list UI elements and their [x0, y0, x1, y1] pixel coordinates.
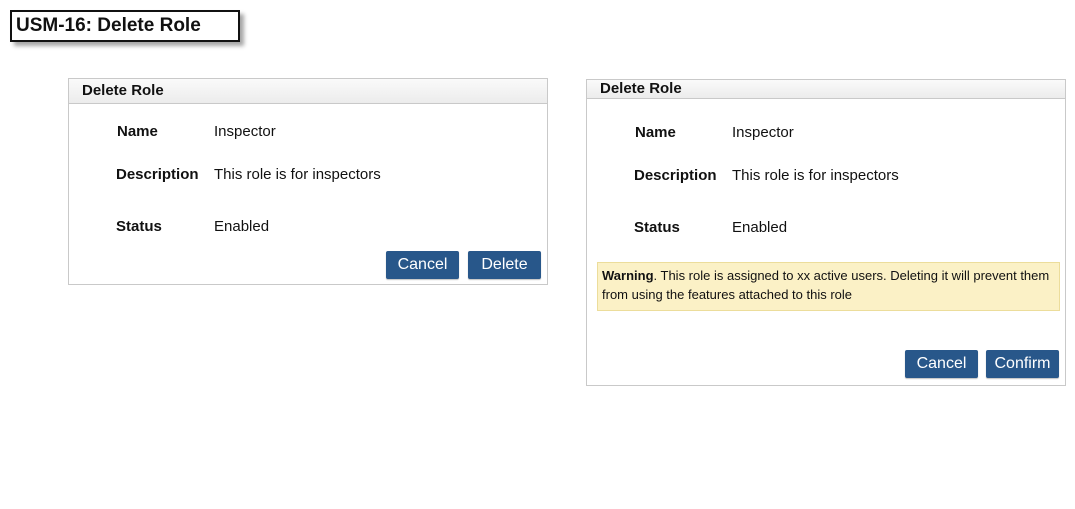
name-value: Inspector	[214, 123, 276, 140]
warning-text: . This role is assigned to xx active use…	[602, 268, 1050, 302]
status-label: Status	[634, 219, 680, 236]
description-label: Description	[116, 166, 199, 183]
cancel-button[interactable]: Cancel	[905, 350, 978, 378]
dialog-title: Delete Role	[69, 79, 547, 104]
name-value: Inspector	[732, 124, 794, 141]
status-value: Enabled	[732, 219, 788, 236]
cancel-button[interactable]: Cancel	[386, 251, 459, 279]
status-label: Status	[116, 218, 162, 235]
warning-message: Warning. This role is assigned to xx act…	[597, 262, 1060, 311]
delete-role-confirm-dialog: Delete Role Name Inspector Description T…	[586, 79, 1066, 386]
description-value: This role is for inspectors	[214, 166, 381, 183]
description-value: This role is for inspectors	[732, 167, 899, 184]
delete-role-dialog: Delete Role Name Inspector Description T…	[68, 78, 548, 285]
dialog-title: Delete Role	[587, 80, 1065, 99]
confirm-button[interactable]: Confirm	[986, 350, 1059, 378]
status-value: Enabled	[214, 218, 270, 235]
description-label: Description	[634, 167, 717, 184]
page-title: USM-16: Delete Role	[10, 10, 240, 42]
page: USM-16: Delete Role Delete Role Name Ins…	[0, 0, 1075, 509]
delete-button[interactable]: Delete	[468, 251, 541, 279]
warning-heading: Warning	[602, 268, 654, 283]
name-label: Name	[635, 124, 676, 141]
name-label: Name	[117, 123, 158, 140]
